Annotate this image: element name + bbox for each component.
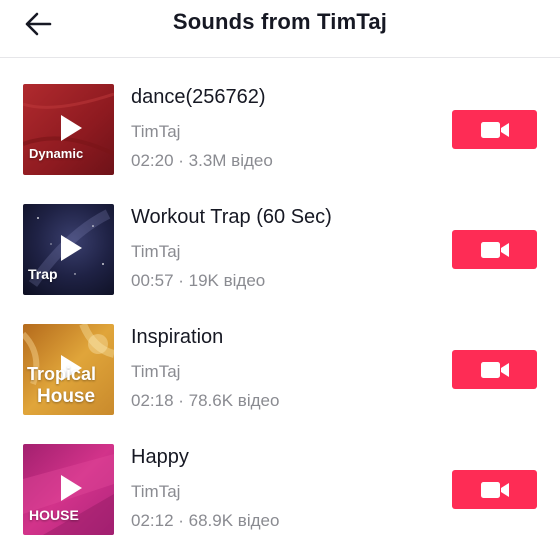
video-camera-icon	[480, 481, 509, 498]
sound-item[interactable]: Dynamic dance(256762) TimTaj 02:20 · 3.3…	[0, 58, 560, 178]
page-title: Sounds from TimTaj	[172, 9, 388, 34]
record-with-sound-button[interactable]	[452, 110, 537, 149]
record-with-sound-button[interactable]	[452, 470, 537, 509]
record-with-sound-button[interactable]	[452, 350, 537, 389]
sound-cover[interactable]: HOUSE	[23, 444, 114, 535]
sound-title: Workout Trap (60 Sec)	[131, 206, 332, 228]
play-icon	[61, 235, 82, 261]
cover-label: Dynamic	[29, 146, 84, 161]
sound-item[interactable]: HOUSE Happy TimTaj 02:12 · 68.9K відео	[0, 418, 560, 538]
sound-meta: 02:20 · 3.3M відео	[131, 151, 273, 170]
top-bar: Sounds from TimTaj	[0, 0, 560, 58]
sound-title: Inspiration	[131, 326, 224, 348]
play-icon	[61, 475, 82, 501]
sound-cover[interactable]: Dynamic	[23, 84, 114, 175]
sound-meta: 00:57 · 19K відео	[131, 271, 266, 290]
sound-title: dance(256762)	[131, 86, 266, 108]
video-camera-icon	[480, 241, 509, 258]
cover-label: Tropical	[27, 364, 97, 384]
sound-item[interactable]: Trap Workout Trap (60 Sec) TimTaj 00:57 …	[0, 178, 560, 298]
sound-author: TimTaj	[131, 482, 181, 501]
cover-label: Trap	[28, 266, 58, 282]
video-camera-icon	[480, 121, 509, 138]
sound-cover[interactable]: Tropical House	[23, 324, 114, 415]
sound-author: TimTaj	[131, 242, 181, 261]
sound-cover[interactable]: Trap	[23, 204, 114, 295]
video-camera-icon	[480, 361, 509, 378]
sound-meta: 02:18 · 78.6K відео	[131, 391, 280, 410]
cover-label: House	[37, 386, 96, 407]
sound-author: TimTaj	[131, 362, 181, 381]
sound-meta: 02:12 · 68.9K відео	[131, 511, 280, 530]
record-with-sound-button[interactable]	[452, 230, 537, 269]
sound-title: Happy	[131, 446, 189, 468]
sound-author: TimTaj	[131, 122, 181, 141]
sound-item[interactable]: Tropical House Inspiration TimTaj 02:18 …	[0, 298, 560, 418]
cover-label: HOUSE	[29, 507, 79, 523]
play-icon	[61, 115, 82, 141]
